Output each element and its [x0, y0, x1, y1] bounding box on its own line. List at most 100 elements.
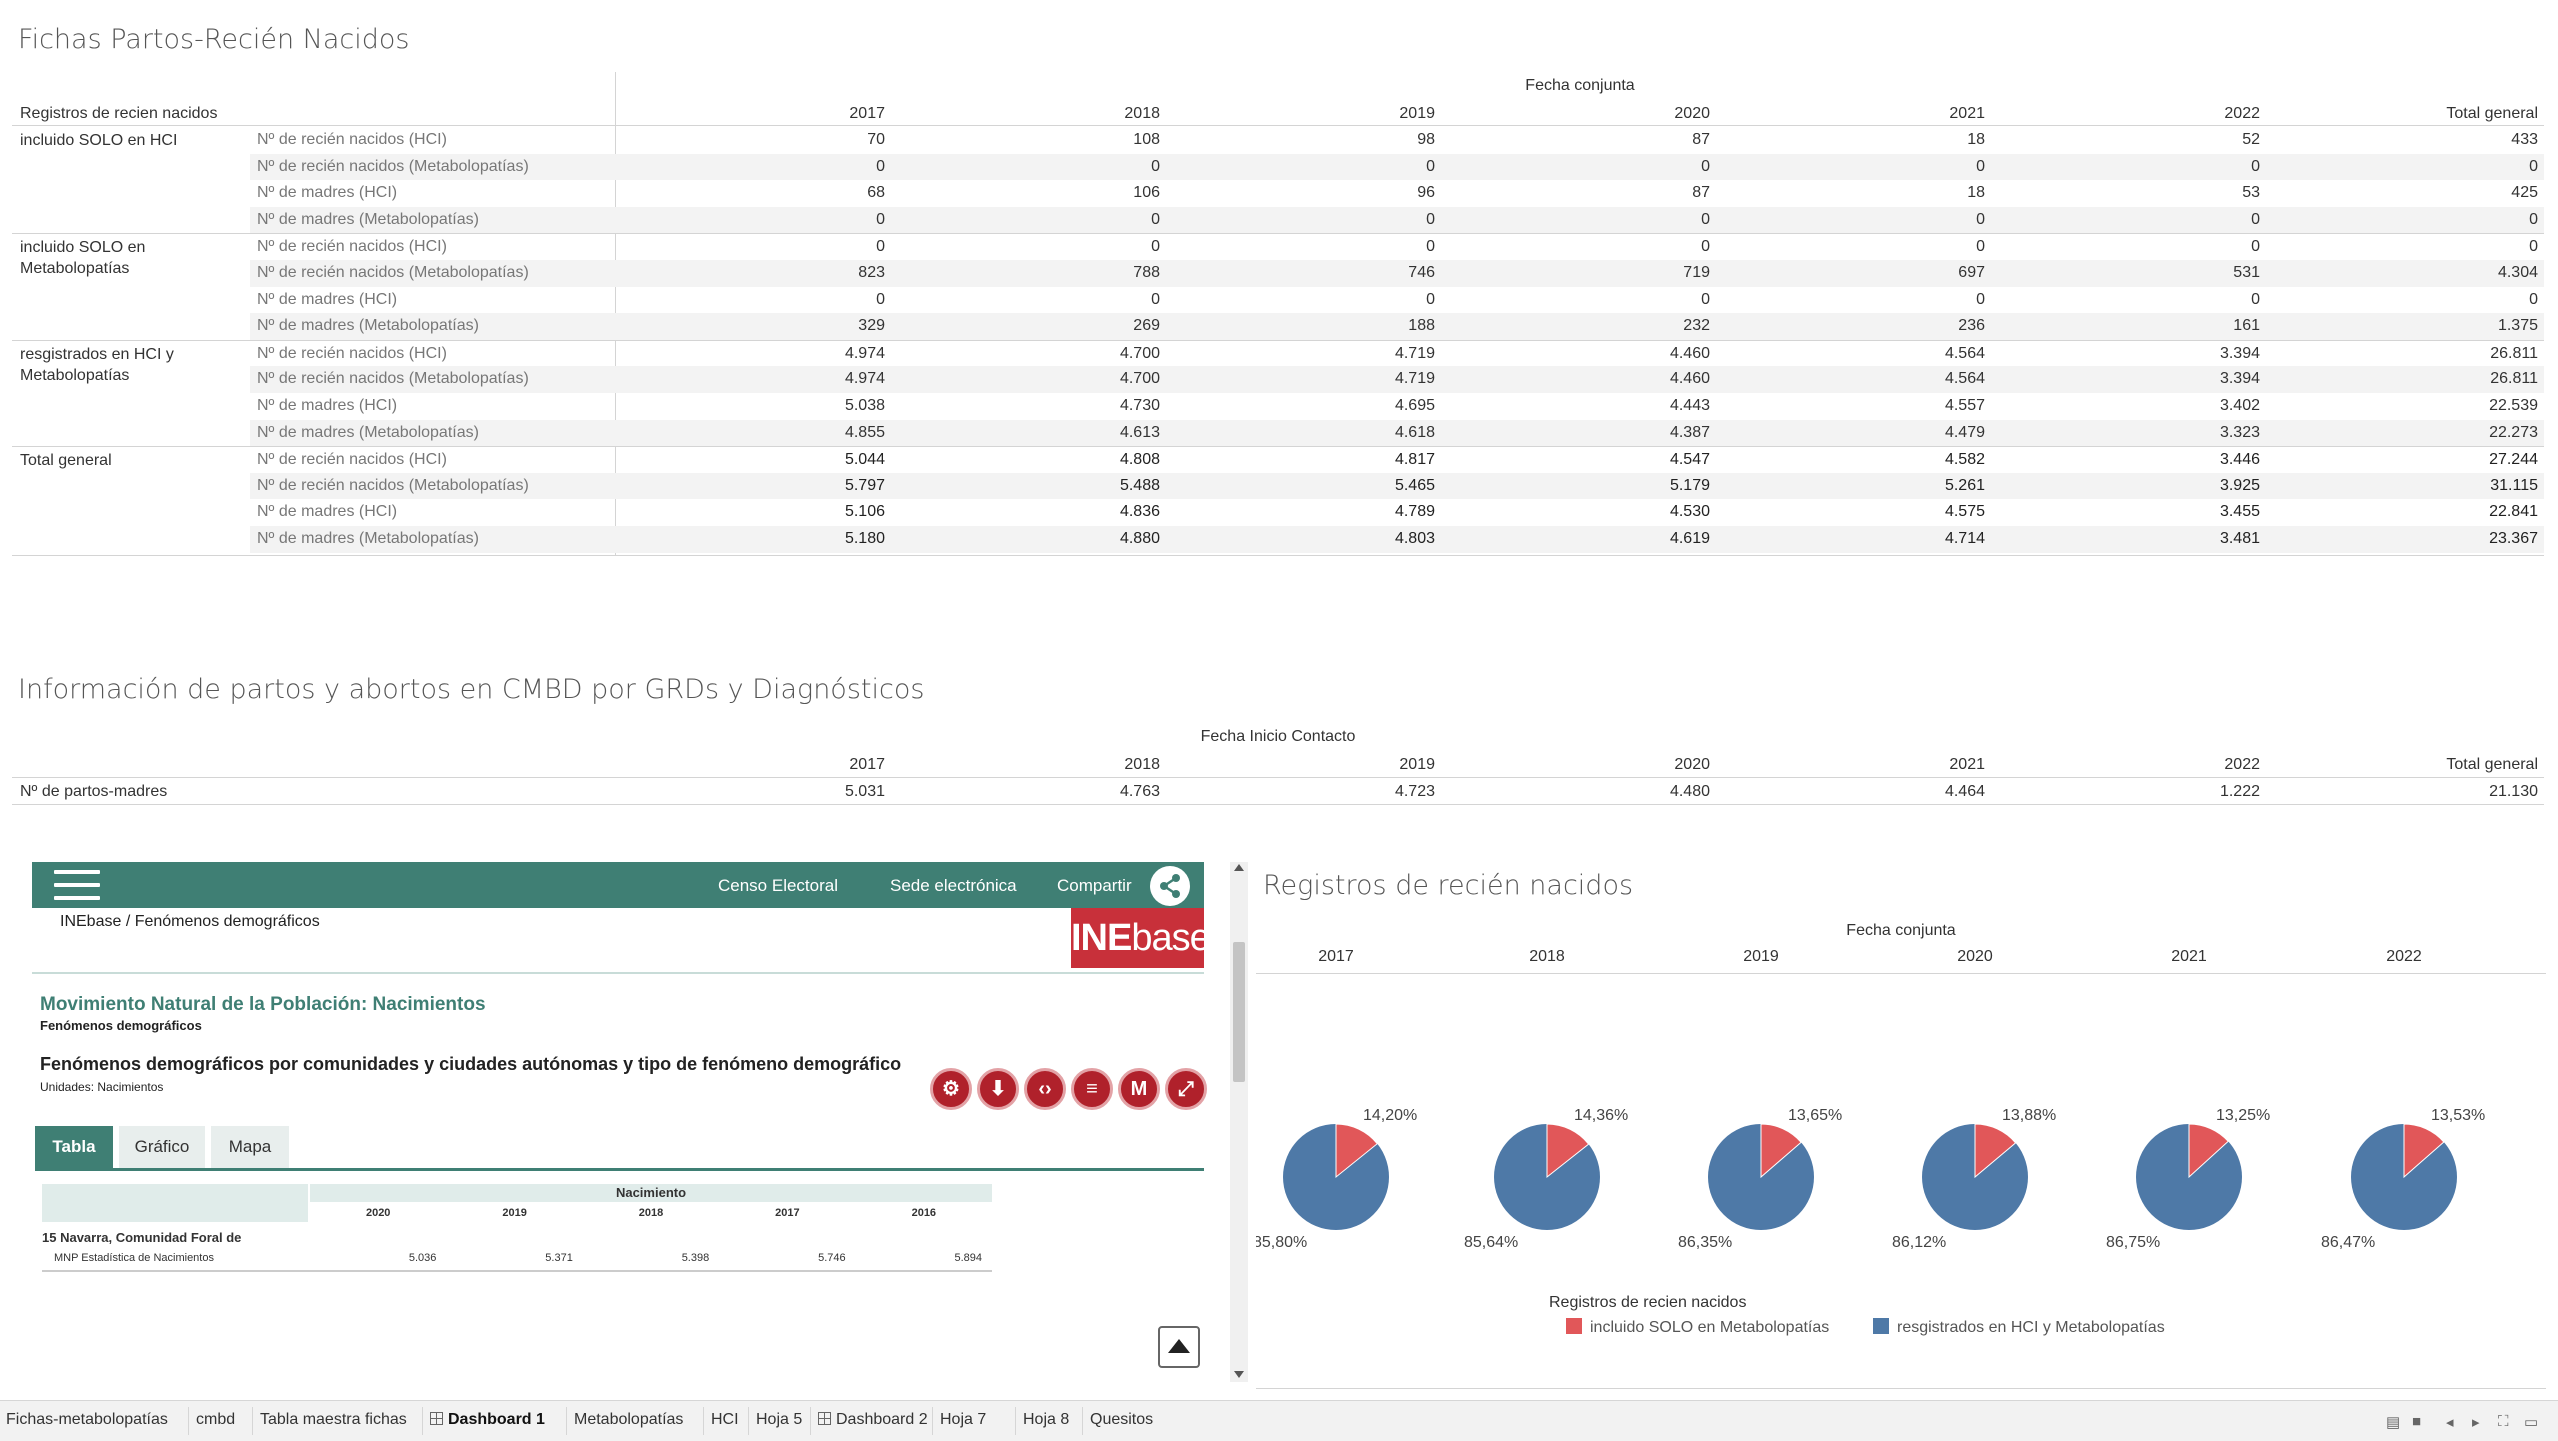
scrollbar-thumb[interactable] — [1233, 942, 1245, 1082]
embedded-web-page[interactable]: Censo Electoral Sede electrónica Compart… — [12, 856, 1248, 1386]
sheet-tab[interactable]: Hoja 7 — [940, 1411, 986, 1429]
sheet-tab[interactable]: HCI — [711, 1411, 739, 1429]
table-row[interactable]: Nº de madres (Metabolopatías) 0 0 0 0 0 0 0 — [12, 206, 2544, 234]
scroll-up-arrow-icon[interactable] — [1234, 864, 1244, 871]
column-header[interactable]: 2022 — [1991, 105, 2266, 123]
column-header[interactable]: 2019 — [1166, 105, 1441, 123]
column-header[interactable]: 2021 — [1716, 756, 1991, 774]
column-header[interactable]: 2022 — [1991, 756, 2266, 774]
table-row[interactable]: Nº de madres (HCI) 5.106 4.836 4.789 4.530 4.… — [12, 499, 2544, 526]
compartir-link[interactable]: Compartir — [1057, 876, 1132, 896]
sheet-tab[interactable]: Tabla maestra fichas — [260, 1411, 407, 1429]
tab-divider — [188, 1407, 189, 1435]
row-values: 5.038 4.730 4.695 4.443 4.557 3.402 22.539 — [616, 393, 2544, 420]
column-header[interactable]: 2021 — [1716, 105, 1991, 123]
legend-item-solo-metabolopatias[interactable]: incluido SOLO en Metabolopatías — [1566, 1318, 1829, 1337]
legend-title: Registros de recien nacidos — [1549, 1294, 1747, 1311]
table-row[interactable]: Nº de partos-madres 5.031 4.763 4.723 4.480… — [12, 779, 2544, 805]
sheet-tab[interactable]: Metabolopatías — [574, 1411, 683, 1429]
table-row[interactable]: resgistrados en HCI y Metabolopatías Nº d… — [12, 339, 2544, 384]
cell-value: 96 — [1417, 184, 1435, 202]
scrollbar[interactable] — [1230, 862, 1248, 1382]
cell-value: 5.179 — [1669, 476, 1710, 494]
sheet-tab[interactable]: Hoja 8 — [1023, 1411, 1069, 1429]
fullscreen-icon[interactable]: ⛶ — [2498, 1413, 2509, 1430]
table-row[interactable]: incluido SOLO en HCI Nº de recién nacidos… — [12, 127, 2544, 154]
fichas-partos-table[interactable]: Fecha conjunta Registros de recien nacid… — [12, 72, 2544, 556]
row-label: Nº de recién nacidos (HCI) — [257, 131, 447, 148]
cell-value: 269 — [1133, 317, 1160, 335]
legend-item-hci-metabolopatias[interactable]: resgistrados en HCI y Metabolopatías — [1873, 1318, 2165, 1337]
sheet-tab[interactable]: Dashboard 2 — [818, 1411, 928, 1429]
presentation-mode-icon[interactable]: ▭ — [2524, 1413, 2538, 1431]
cell-value: 697 — [1958, 263, 1985, 281]
cell-value: 0 — [1976, 210, 1985, 228]
table-row[interactable]: Nº de madres (HCI) 5.038 4.730 4.695 4.443 4.… — [12, 393, 2544, 420]
sheet-tab[interactable]: Fichas-metabolopatías — [6, 1411, 168, 1429]
censo-electoral-link[interactable]: Censo Electoral — [718, 876, 838, 896]
table-row[interactable]: Nº de recién nacidos (Metabolopatías) 5.7… — [12, 472, 2544, 500]
row-label: Nº de madres (HCI) — [257, 184, 398, 202]
show-filmstrip-icon[interactable]: ▤ — [2386, 1413, 2400, 1431]
table-row[interactable]: Nº de recién nacidos (Metabolopatías) 0 0 0… — [12, 153, 2544, 181]
table-row[interactable]: Nº de recién nacidos (Metabolopatías) 823… — [12, 259, 2544, 287]
settings-icon[interactable]: ⚙ — [930, 1068, 972, 1110]
sheet-tab[interactable]: Quesitos — [1090, 1411, 1153, 1429]
column-header[interactable]: 2018 — [891, 756, 1166, 774]
cell-value: 87 — [1692, 131, 1710, 148]
cell-value: 18 — [1967, 184, 1985, 202]
column-header[interactable]: 2019 — [1166, 756, 1441, 774]
tab-grafico[interactable]: Gráfico — [119, 1126, 205, 1168]
tab-mapa[interactable]: Mapa — [211, 1126, 289, 1168]
row-label: Nº de madres (Metabolopatías) — [257, 529, 479, 547]
scroll-down-arrow-icon[interactable] — [1234, 1371, 1244, 1378]
cell-value: 108 — [1133, 131, 1160, 148]
table-row[interactable]: Nº de madres (Metabolopatías) 4.855 4.613 4… — [12, 419, 2544, 447]
metadata-icon[interactable]: M — [1118, 1068, 1160, 1110]
row-header-label: Registros de recien nacidos — [20, 105, 218, 122]
next-sheet-icon[interactable]: ▸ — [2472, 1413, 2480, 1431]
table-row[interactable]: Nº de recién nacidos (Metabolopatías) 4.9… — [12, 366, 2544, 393]
column-header[interactable]: 2017 — [616, 756, 891, 774]
group-label: incluido SOLO en HCI — [20, 132, 178, 149]
code-icon[interactable]: ‹› — [1024, 1068, 1066, 1110]
column-header[interactable]: 2020 — [1441, 756, 1716, 774]
sheet-tab[interactable]: cmbd — [196, 1411, 235, 1429]
breadcrumb[interactable]: INEbase / Fenómenos demográficos — [60, 913, 320, 931]
partos-cmbd-table[interactable]: Fecha Inicio Contacto 2017 2018 2019 2020 20… — [12, 722, 2544, 805]
table-row[interactable]: Nº de madres (HCI) 68 106 96 87 18 53 425 — [12, 180, 2544, 207]
sheet-tab[interactable]: Hoja 5 — [756, 1411, 802, 1429]
table-row[interactable]: Nº de madres (HCI) 0 0 0 0 0 0 0 — [12, 287, 2544, 314]
share-icon[interactable] — [1150, 866, 1190, 906]
download-icon[interactable]: ⬇ — [977, 1068, 1019, 1110]
sheet-tab[interactable]: Dashboard 1 — [430, 1411, 545, 1429]
cell-value: 22.539 — [2489, 396, 2538, 414]
scroll-to-top-button[interactable] — [1158, 1326, 1200, 1368]
pie-charts[interactable]: Fecha conjunta 2017 2018 2019 2020 2021 2022 … — [1256, 920, 2546, 1390]
table-row[interactable]: Nº de madres (Metabolopatías) 5.180 4.880 4… — [12, 525, 2544, 553]
table-row[interactable]: Nº de madres (Metabolopatías) 329 269 188 23… — [12, 313, 2544, 340]
cell-value: 5.031 — [844, 783, 885, 800]
database-icon[interactable]: ≡ — [1071, 1068, 1113, 1110]
column-header[interactable]: 2017 — [616, 105, 891, 123]
column-header[interactable]: Total general — [2266, 756, 2544, 774]
table-row[interactable]: Total general Nº de recién nacidos (HCI) 5… — [12, 446, 2544, 473]
show-tabs-icon[interactable]: ■ — [2412, 1413, 2421, 1430]
table-row[interactable]: incluido SOLO en Metabolopatías Nº de rec… — [12, 233, 2544, 277]
previous-sheet-icon[interactable]: ◂ — [2446, 1413, 2454, 1431]
cell-value: 4.557 — [1944, 396, 1985, 414]
sheet-tab-label: Hoja 7 — [940, 1411, 987, 1428]
expand-icon[interactable]: ⤢ — [1165, 1068, 1207, 1110]
sede-electronica-link[interactable]: Sede electrónica — [890, 876, 1017, 896]
column-header[interactable]: Total general — [2266, 105, 2544, 123]
cell-value: 4.460 — [1669, 370, 1710, 388]
tab-tabla[interactable]: Tabla — [35, 1126, 113, 1168]
inebase-logo[interactable]: INEbase — [1071, 908, 1211, 968]
column-header[interactable]: 2020 — [1441, 105, 1716, 123]
cell-value: 4.723 — [1394, 783, 1435, 800]
hamburger-menu-icon[interactable] — [54, 870, 100, 902]
column-header[interactable]: 2018 — [891, 105, 1166, 123]
cell-value: 4.460 — [1669, 344, 1710, 362]
cell-value: 3.394 — [2219, 370, 2260, 388]
cell-value: 4.817 — [1394, 451, 1435, 469]
